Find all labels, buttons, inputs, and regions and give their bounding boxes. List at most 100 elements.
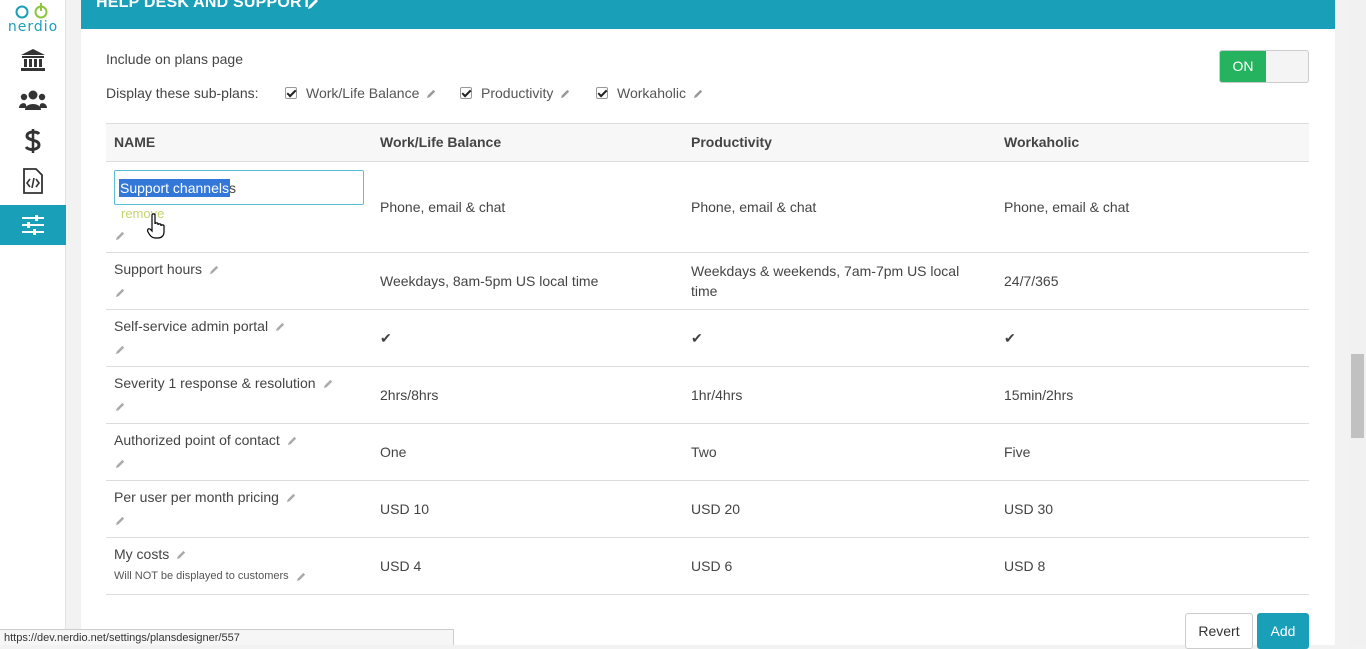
pencil-icon[interactable] — [115, 344, 126, 355]
pencil-icon[interactable] — [287, 435, 298, 446]
plans-table: NAME Work/Life Balance Productivity Work… — [106, 123, 1309, 595]
checkmark-icon: ✔ — [380, 330, 392, 346]
table-cell: 1hr/4hrs — [691, 387, 743, 403]
pencil-icon[interactable] — [115, 230, 126, 241]
column-header-name: NAME — [114, 134, 156, 150]
checkmark-icon: ✔ — [1004, 330, 1016, 346]
subplan-option-productivity[interactable]: Productivity — [460, 85, 571, 101]
plan-card: HELP DESK AND SUPPORT Include on plans p… — [81, 0, 1335, 649]
row-name-label: Severity 1 response & resolution — [114, 375, 316, 391]
row-name[interactable]: Per user per month pricing — [114, 489, 297, 505]
display-subplans-label: Display these sub-plans: — [106, 85, 259, 101]
sidebar: nerdio — [0, 0, 66, 645]
row-note[interactable]: Will NOT be displayed to customers — [114, 570, 307, 582]
pencil-icon[interactable] — [560, 88, 571, 99]
pencil-icon[interactable] — [209, 264, 220, 275]
table-cell: Phone, email & chat — [691, 199, 817, 215]
nav-item-users[interactable] — [0, 80, 66, 120]
add-button[interactable]: Add — [1257, 613, 1309, 649]
table-cell: Weekdays, 8am-5pm US local time — [380, 273, 599, 289]
table-cell: Phone, email & chat — [380, 199, 506, 215]
table-cell: USD 8 — [1004, 558, 1046, 574]
table-row: Support hours Weekdays, 8am-5pm US local… — [106, 253, 1309, 310]
row-note-label: Will NOT be displayed to customers — [114, 570, 289, 582]
subplan-checkbox[interactable] — [285, 87, 297, 99]
pencil-icon[interactable] — [115, 458, 126, 469]
table-cell: One — [380, 444, 407, 460]
table-cell: USD 6 — [691, 558, 733, 574]
table-cell: USD 20 — [691, 501, 741, 517]
table-cell: Five — [1004, 444, 1031, 460]
hand-cursor-icon — [147, 213, 165, 239]
power-logo-icon — [15, 3, 48, 19]
sliders-icon — [22, 215, 44, 235]
table-cell: 2hrs/8hrs — [380, 387, 439, 403]
checkmark-icon: ✔ — [691, 330, 703, 346]
code-file-icon — [23, 168, 43, 194]
table-cell: Two — [691, 444, 717, 460]
page-scrollbar[interactable] — [1349, 0, 1366, 645]
include-on-plans-label: Include on plans page — [106, 51, 243, 67]
subplan-checkbox[interactable] — [460, 87, 472, 99]
nav-item-settings[interactable] — [0, 205, 66, 245]
pencil-icon[interactable] — [115, 515, 126, 526]
table-cell: 24/7/365 — [1004, 273, 1059, 289]
pencil-icon[interactable] — [115, 287, 126, 298]
row-name-label: Per user per month pricing — [114, 489, 279, 505]
row-name[interactable]: Authorized point of contact — [114, 432, 298, 448]
row-name[interactable]: Self-service admin portal — [114, 318, 286, 334]
subplan-label: Workaholic — [617, 85, 686, 101]
table-row: My costs Will NOT be displayed to custom… — [106, 538, 1309, 595]
table-row: Per user per month pricing USD 10 USD 20… — [106, 481, 1309, 538]
include-toggle[interactable]: ON — [1219, 50, 1309, 83]
nav-item-billing[interactable] — [0, 121, 66, 161]
bank-icon — [21, 49, 45, 71]
table-row-editing: Support channels remove Phone, email & c… — [106, 162, 1309, 253]
table-cell: 15min/2hrs — [1004, 387, 1074, 403]
card-header: HELP DESK AND SUPPORT — [81, 0, 1335, 29]
table-row: Severity 1 response & resolution 2hrs/8h… — [106, 367, 1309, 424]
row-name-label: Authorized point of contact — [114, 432, 280, 448]
table-row: Authorized point of contact One Two Five — [106, 424, 1309, 481]
pencil-icon[interactable] — [176, 549, 187, 560]
subplan-label: Productivity — [481, 85, 554, 101]
pencil-icon[interactable] — [275, 321, 286, 332]
toggle-on-label: ON — [1220, 51, 1266, 82]
table-cell: Phone, email & chat — [1004, 199, 1130, 215]
row-name-label: Self-service admin portal — [114, 318, 269, 334]
table-cell: USD 4 — [380, 558, 422, 574]
scrollbar-thumb[interactable] — [1351, 354, 1364, 438]
row-name-label: Support hours — [114, 261, 202, 277]
column-header-productivity: Productivity — [691, 134, 772, 150]
subplan-option-workaholic[interactable]: Workaholic — [596, 85, 704, 101]
row-name[interactable]: My costs — [114, 546, 187, 562]
nav-item-banking[interactable] — [0, 40, 66, 80]
subplan-checkbox[interactable] — [596, 87, 608, 99]
column-header-work-life: Work/Life Balance — [380, 134, 502, 150]
row-name[interactable]: Support hours — [114, 261, 220, 277]
column-header-workaholic: Workaholic — [1004, 134, 1080, 150]
pencil-icon[interactable] — [426, 88, 437, 99]
row-name[interactable]: Severity 1 response & resolution — [114, 375, 334, 391]
pencil-icon[interactable] — [115, 401, 126, 412]
logo-text: nerdio — [7, 19, 59, 35]
pencil-icon[interactable] — [323, 378, 334, 389]
edit-title-pencil-icon[interactable] — [306, 0, 320, 11]
table-row: Self-service admin portal ✔ ✔ ✔ — [106, 310, 1309, 367]
table-cell: Weekdays & weekends, 7am-7pm US local ti… — [691, 263, 960, 299]
dollar-icon — [24, 129, 41, 153]
nerdio-logo[interactable]: nerdio — [0, 0, 66, 40]
subplan-label: Work/Life Balance — [306, 85, 420, 101]
revert-button[interactable]: Revert — [1185, 613, 1253, 649]
users-icon — [19, 90, 47, 110]
nav-item-scripts[interactable] — [0, 161, 66, 201]
table-cell: USD 10 — [380, 501, 430, 517]
row-name-input[interactable] — [114, 170, 364, 205]
card-title: HELP DESK AND SUPPORT — [96, 0, 312, 11]
table-header: NAME Work/Life Balance Productivity Work… — [106, 124, 1309, 162]
pencil-icon[interactable] — [286, 492, 297, 503]
subplan-option-work-life[interactable]: Work/Life Balance — [285, 85, 437, 101]
status-bar-url: https://dev.nerdio.net/settings/plansdes… — [0, 629, 454, 645]
pencil-icon[interactable] — [693, 88, 704, 99]
pencil-icon[interactable] — [296, 571, 307, 582]
